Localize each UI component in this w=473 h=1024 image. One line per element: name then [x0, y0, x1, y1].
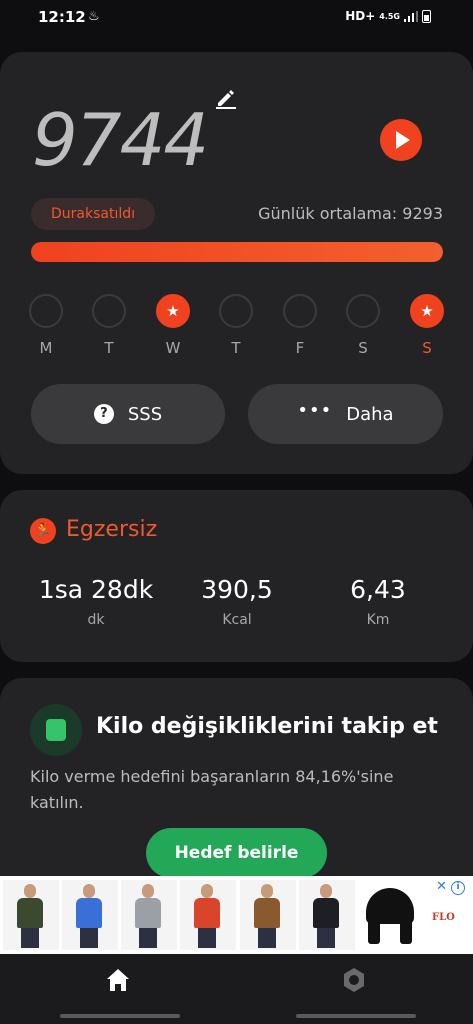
model-head — [201, 884, 213, 898]
running-icon: 🏃 — [30, 518, 56, 544]
hat-image — [366, 888, 414, 924]
model-legs — [258, 928, 276, 948]
day-label: M — [39, 339, 53, 357]
weight-card: Kilo değişikliklerini takip et Kilo verm… — [0, 678, 473, 898]
model-jacket — [254, 898, 280, 928]
product-model — [17, 884, 43, 948]
question-icon: ? — [93, 404, 114, 424]
model-legs — [21, 928, 39, 948]
daily-progress-fill — [31, 242, 443, 262]
calories-stat: 390,5 Kcal — [157, 575, 317, 628]
status-bar: 12:12 ♨ HD+ 4.5G — [0, 0, 473, 40]
model-legs — [80, 928, 98, 948]
model-jacket — [313, 898, 339, 928]
day-label: W — [165, 339, 181, 357]
more-dots-icon: ••• — [297, 400, 333, 421]
ad-product-image[interactable] — [121, 880, 177, 950]
daily-average: Günlük ortalama: 9293 — [258, 204, 443, 223]
model-jacket — [17, 898, 43, 928]
product-model — [313, 884, 339, 948]
notification-icon: ♨ — [88, 9, 100, 24]
day-label: S — [422, 339, 432, 357]
steps-card: 9744 Duraksatıldı Günlük ortalama: 9293 … — [0, 52, 473, 474]
scale-icon — [30, 704, 82, 756]
day-circle — [92, 294, 126, 328]
duration-value: 1sa 28dk — [38, 575, 154, 604]
model-legs — [317, 928, 335, 948]
model-legs — [198, 928, 216, 948]
model-head — [83, 884, 95, 898]
ad-product-hat[interactable] — [360, 880, 420, 950]
product-model — [76, 884, 102, 948]
ad-info-icon[interactable]: i — [451, 881, 465, 895]
edit-icon[interactable] — [214, 86, 238, 110]
hat-flap-right — [400, 920, 412, 944]
model-head — [142, 884, 154, 898]
distance-value: 6,43 — [350, 575, 406, 604]
paused-badge: Duraksatıldı — [31, 198, 155, 230]
signal-icon — [404, 10, 418, 22]
ad-product-image[interactable] — [62, 880, 118, 950]
status-indicators: HD+ 4.5G — [345, 9, 431, 23]
home-icon[interactable] — [104, 966, 132, 994]
exercise-card[interactable]: 🏃 Egzersiz 1sa 28dk dk 390,5 Kcal 6,43 K… — [0, 490, 473, 662]
ad-product-image[interactable] — [180, 880, 236, 950]
battery-icon — [422, 9, 431, 23]
product-model — [194, 884, 220, 948]
ad-product-image[interactable] — [240, 880, 296, 950]
settings-icon[interactable] — [340, 966, 368, 994]
gesture-bar-right — [296, 1014, 416, 1018]
model-head — [261, 884, 273, 898]
more-button[interactable]: ••• Daha — [248, 384, 443, 444]
day-label: S — [358, 339, 368, 357]
bottom-navigation — [0, 954, 473, 1024]
ad-close-icon[interactable]: ✕ — [436, 879, 447, 894]
day-circle — [283, 294, 317, 328]
daily-progress-bar — [31, 242, 443, 262]
model-head — [320, 884, 332, 898]
faq-label: SSS — [127, 403, 163, 425]
calories-value: 390,5 — [201, 575, 273, 604]
day-label: T — [104, 339, 114, 357]
day-circle — [219, 294, 253, 328]
ad-banner[interactable]: FLO ✕ i — [0, 876, 473, 954]
status-time: 12:12 — [38, 8, 86, 26]
distance-stat: 6,43 Km — [298, 575, 458, 628]
network-label: HD+ — [345, 9, 376, 23]
set-goal-button[interactable]: Hedef belirle — [146, 828, 327, 878]
day-circle — [346, 294, 380, 328]
more-label: Daha — [346, 403, 394, 425]
ad-product-image[interactable] — [3, 880, 59, 950]
ad-brand-logo: FLO — [432, 912, 455, 923]
model-jacket — [194, 898, 220, 928]
calories-unit: Kcal — [222, 612, 252, 628]
hat-flap-left — [368, 920, 380, 944]
model-jacket — [135, 898, 161, 928]
ad-product-image[interactable] — [299, 880, 355, 950]
weight-title: Kilo değişikliklerini takip et — [96, 714, 438, 739]
day-label: F — [295, 339, 305, 357]
distance-unit: Km — [366, 612, 390, 628]
step-count: 9744 — [32, 98, 209, 182]
duration-unit: dk — [87, 612, 105, 628]
weight-description: Kilo verme hedefini başaranların 84,16%'… — [30, 767, 394, 812]
exercise-title: Egzersiz — [66, 517, 158, 542]
day-circle — [29, 294, 63, 328]
product-model — [135, 884, 161, 948]
gesture-bar-left — [60, 1014, 180, 1018]
network-sub-label: 4.5G — [379, 11, 400, 21]
resume-button[interactable] — [380, 119, 422, 161]
day-goal-star-icon — [410, 294, 444, 328]
product-model — [254, 884, 280, 948]
model-legs — [139, 928, 157, 948]
day-goal-star-icon — [156, 294, 190, 328]
faq-button[interactable]: ? SSS — [31, 384, 225, 444]
model-jacket — [76, 898, 102, 928]
day-label: T — [231, 339, 241, 357]
model-head — [24, 884, 36, 898]
duration-stat: 1sa 28dk dk — [16, 575, 176, 628]
